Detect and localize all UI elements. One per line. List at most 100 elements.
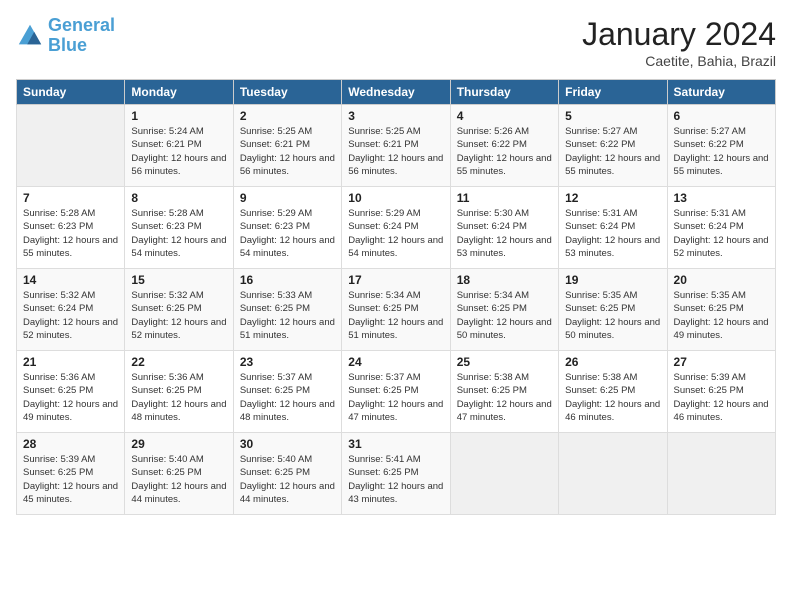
calendar-cell: 12 Sunrise: 5:31 AM Sunset: 6:24 PM Dayli… (559, 187, 667, 269)
day-number: 10 (348, 191, 443, 205)
calendar-cell: 10 Sunrise: 5:29 AM Sunset: 6:24 PM Dayli… (342, 187, 450, 269)
week-row-3: 14 Sunrise: 5:32 AM Sunset: 6:24 PM Dayli… (17, 269, 776, 351)
day-number: 13 (674, 191, 769, 205)
day-number: 5 (565, 109, 660, 123)
day-number: 7 (23, 191, 118, 205)
page-header: General Blue January 2024 Caetite, Bahia… (16, 16, 776, 69)
day-number: 26 (565, 355, 660, 369)
col-header-wednesday: Wednesday (342, 80, 450, 105)
calendar-cell: 13 Sunrise: 5:31 AM Sunset: 6:24 PM Dayli… (667, 187, 775, 269)
day-info: Sunrise: 5:36 AM Sunset: 6:25 PM Dayligh… (23, 371, 118, 424)
day-info: Sunrise: 5:28 AM Sunset: 6:23 PM Dayligh… (23, 207, 118, 260)
day-number: 8 (131, 191, 226, 205)
title-block: January 2024 Caetite, Bahia, Brazil (582, 16, 776, 69)
calendar-cell: 14 Sunrise: 5:32 AM Sunset: 6:24 PM Dayli… (17, 269, 125, 351)
day-number: 23 (240, 355, 335, 369)
day-number: 25 (457, 355, 552, 369)
day-info: Sunrise: 5:32 AM Sunset: 6:24 PM Dayligh… (23, 289, 118, 342)
day-info: Sunrise: 5:27 AM Sunset: 6:22 PM Dayligh… (674, 125, 769, 178)
day-info: Sunrise: 5:38 AM Sunset: 6:25 PM Dayligh… (565, 371, 660, 424)
week-row-4: 21 Sunrise: 5:36 AM Sunset: 6:25 PM Dayli… (17, 351, 776, 433)
day-info: Sunrise: 5:32 AM Sunset: 6:25 PM Dayligh… (131, 289, 226, 342)
calendar-cell: 27Sunrise: 5:39 AM Sunset: 6:25 PM Dayli… (667, 351, 775, 433)
day-info: Sunrise: 5:31 AM Sunset: 6:24 PM Dayligh… (674, 207, 769, 260)
day-info: Sunrise: 5:39 AM Sunset: 6:25 PM Dayligh… (674, 371, 769, 424)
calendar-cell: 5 Sunrise: 5:27 AM Sunset: 6:22 PM Daylig… (559, 105, 667, 187)
col-header-sunday: Sunday (17, 80, 125, 105)
calendar-cell: 29Sunrise: 5:40 AM Sunset: 6:25 PM Dayli… (125, 433, 233, 515)
day-number: 31 (348, 437, 443, 451)
day-info: Sunrise: 5:35 AM Sunset: 6:25 PM Dayligh… (674, 289, 769, 342)
calendar-cell: 20 Sunrise: 5:35 AM Sunset: 6:25 PM Dayli… (667, 269, 775, 351)
day-info: Sunrise: 5:37 AM Sunset: 6:25 PM Dayligh… (240, 371, 335, 424)
day-number: 11 (457, 191, 552, 205)
calendar-cell: 6 Sunrise: 5:27 AM Sunset: 6:22 PM Daylig… (667, 105, 775, 187)
page-container: General Blue January 2024 Caetite, Bahia… (0, 0, 792, 612)
day-info: Sunrise: 5:24 AM Sunset: 6:21 PM Dayligh… (131, 125, 226, 178)
calendar-cell: 19 Sunrise: 5:35 AM Sunset: 6:25 PM Dayli… (559, 269, 667, 351)
calendar-cell: 17 Sunrise: 5:34 AM Sunset: 6:25 PM Dayli… (342, 269, 450, 351)
week-row-1: 1 Sunrise: 5:24 AM Sunset: 6:21 PM Daylig… (17, 105, 776, 187)
day-number: 9 (240, 191, 335, 205)
calendar-cell: 26 Sunrise: 5:38 AM Sunset: 6:25 PM Dayli… (559, 351, 667, 433)
day-number: 16 (240, 273, 335, 287)
day-number: 15 (131, 273, 226, 287)
day-number: 20 (674, 273, 769, 287)
calendar-cell: 1 Sunrise: 5:24 AM Sunset: 6:21 PM Daylig… (125, 105, 233, 187)
col-header-monday: Monday (125, 80, 233, 105)
day-info: Sunrise: 5:34 AM Sunset: 6:25 PM Dayligh… (348, 289, 443, 342)
day-info: Sunrise: 5:29 AM Sunset: 6:24 PM Dayligh… (348, 207, 443, 260)
day-info: Sunrise: 5:25 AM Sunset: 6:21 PM Dayligh… (348, 125, 443, 178)
day-info: Sunrise: 5:29 AM Sunset: 6:23 PM Dayligh… (240, 207, 335, 260)
day-number: 30 (240, 437, 335, 451)
calendar-cell: 18Sunrise: 5:34 AM Sunset: 6:25 PM Dayli… (450, 269, 558, 351)
calendar-cell: 24Sunrise: 5:37 AM Sunset: 6:25 PM Dayli… (342, 351, 450, 433)
month-title: January 2024 (582, 16, 776, 53)
day-info: Sunrise: 5:41 AM Sunset: 6:25 PM Dayligh… (348, 453, 443, 506)
day-number: 2 (240, 109, 335, 123)
calendar-cell (17, 105, 125, 187)
day-info: Sunrise: 5:25 AM Sunset: 6:21 PM Dayligh… (240, 125, 335, 178)
day-number: 3 (348, 109, 443, 123)
calendar-cell (559, 433, 667, 515)
calendar-cell: 21 Sunrise: 5:36 AM Sunset: 6:25 PM Dayli… (17, 351, 125, 433)
day-info: Sunrise: 5:40 AM Sunset: 6:25 PM Dayligh… (240, 453, 335, 506)
col-header-tuesday: Tuesday (233, 80, 341, 105)
calendar-cell: 28Sunrise: 5:39 AM Sunset: 6:25 PM Dayli… (17, 433, 125, 515)
day-number: 14 (23, 273, 118, 287)
calendar-cell: 16 Sunrise: 5:33 AM Sunset: 6:25 PM Dayli… (233, 269, 341, 351)
day-number: 29 (131, 437, 226, 451)
calendar-cell: 11Sunrise: 5:30 AM Sunset: 6:24 PM Dayli… (450, 187, 558, 269)
week-row-5: 28Sunrise: 5:39 AM Sunset: 6:25 PM Dayli… (17, 433, 776, 515)
day-number: 1 (131, 109, 226, 123)
day-info: Sunrise: 5:36 AM Sunset: 6:25 PM Dayligh… (131, 371, 226, 424)
calendar-cell (667, 433, 775, 515)
calendar-cell: 22 Sunrise: 5:36 AM Sunset: 6:25 PM Dayli… (125, 351, 233, 433)
day-info: Sunrise: 5:37 AM Sunset: 6:25 PM Dayligh… (348, 371, 443, 424)
calendar-cell: 25Sunrise: 5:38 AM Sunset: 6:25 PM Dayli… (450, 351, 558, 433)
day-info: Sunrise: 5:35 AM Sunset: 6:25 PM Dayligh… (565, 289, 660, 342)
header-row: SundayMondayTuesdayWednesdayThursdayFrid… (17, 80, 776, 105)
day-number: 22 (131, 355, 226, 369)
day-info: Sunrise: 5:26 AM Sunset: 6:22 PM Dayligh… (457, 125, 552, 178)
location: Caetite, Bahia, Brazil (582, 53, 776, 69)
col-header-friday: Friday (559, 80, 667, 105)
calendar-table: SundayMondayTuesdayWednesdayThursdayFrid… (16, 79, 776, 515)
logo-icon (16, 22, 44, 50)
day-info: Sunrise: 5:31 AM Sunset: 6:24 PM Dayligh… (565, 207, 660, 260)
calendar-cell: 31 Sunrise: 5:41 AM Sunset: 6:25 PM Dayli… (342, 433, 450, 515)
day-number: 19 (565, 273, 660, 287)
day-info: Sunrise: 5:33 AM Sunset: 6:25 PM Dayligh… (240, 289, 335, 342)
calendar-cell: 7 Sunrise: 5:28 AM Sunset: 6:23 PM Daylig… (17, 187, 125, 269)
day-number: 18 (457, 273, 552, 287)
day-number: 12 (565, 191, 660, 205)
day-number: 6 (674, 109, 769, 123)
calendar-cell: 3 Sunrise: 5:25 AM Sunset: 6:21 PM Daylig… (342, 105, 450, 187)
calendar-cell: 15 Sunrise: 5:32 AM Sunset: 6:25 PM Dayli… (125, 269, 233, 351)
day-number: 21 (23, 355, 118, 369)
logo: General Blue (16, 16, 115, 56)
day-number: 17 (348, 273, 443, 287)
calendar-cell (450, 433, 558, 515)
day-info: Sunrise: 5:27 AM Sunset: 6:22 PM Dayligh… (565, 125, 660, 178)
col-header-saturday: Saturday (667, 80, 775, 105)
